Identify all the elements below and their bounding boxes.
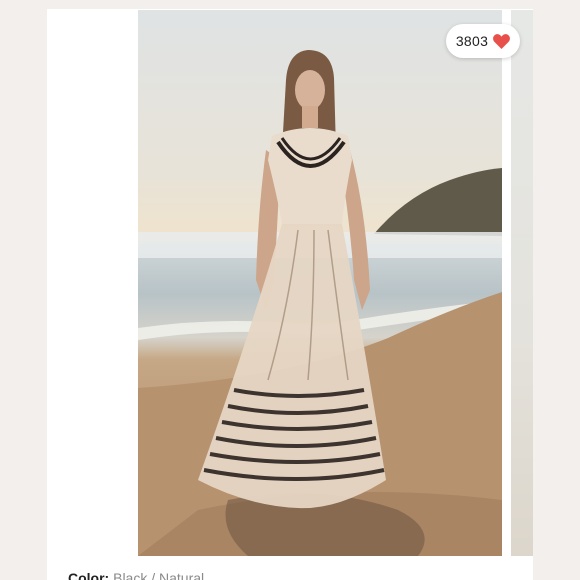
like-count: 3803: [455, 33, 489, 49]
color-attribute: Color: Black / Natural: [68, 570, 204, 580]
headland: [374, 168, 502, 236]
face: [295, 70, 325, 110]
color-label: Color:: [68, 570, 110, 580]
heart-icon: [493, 33, 511, 49]
photo-illustration: [138, 50, 502, 556]
color-value: Black / Natural: [113, 570, 205, 580]
next-photo-thumbnail[interactable]: [511, 10, 533, 556]
like-button[interactable]: 3803: [446, 24, 520, 58]
product-photo[interactable]: [138, 10, 502, 556]
